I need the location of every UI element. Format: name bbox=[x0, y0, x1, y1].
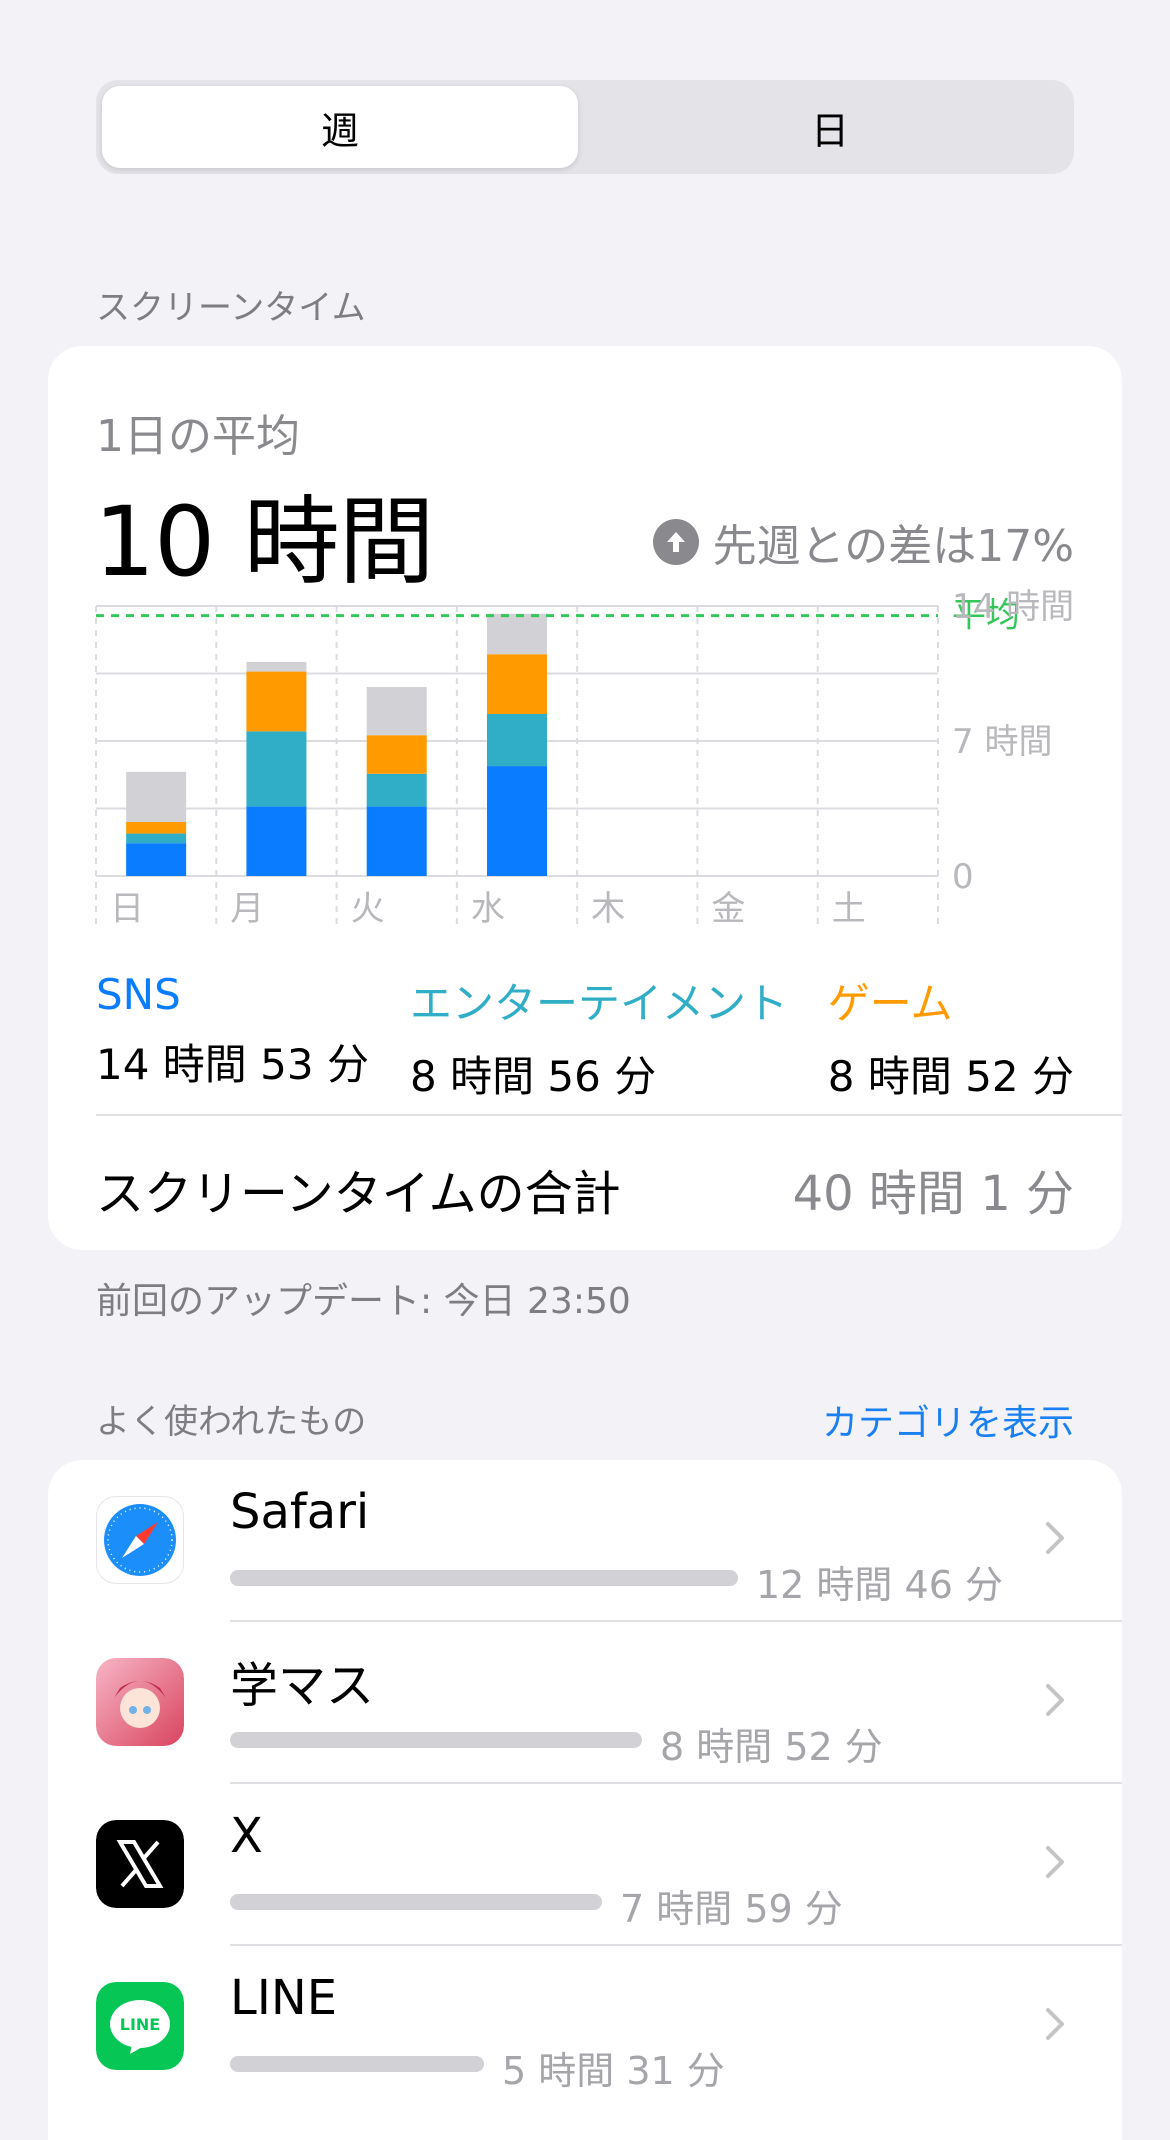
usage-bar bbox=[230, 1894, 602, 1910]
x-tick-label: 木 bbox=[591, 889, 625, 929]
bar-segment bbox=[366, 806, 427, 876]
weekly-diff: 先週との差は17% bbox=[652, 510, 1074, 574]
total-screen-time-value: 40 時間 1 分 bbox=[792, 1166, 1074, 1222]
bar-segment bbox=[126, 822, 187, 834]
bar-segment bbox=[126, 843, 187, 876]
bar-segment bbox=[126, 771, 187, 822]
daily-average-value: 10 時間 bbox=[94, 486, 435, 598]
show-categories-link[interactable]: カテゴリを表示 bbox=[822, 1394, 1074, 1446]
bar-segment bbox=[126, 833, 187, 844]
legend-entertainment: エンターテイメント 8 時間 56 分 bbox=[410, 970, 788, 1104]
bar-segment bbox=[246, 661, 307, 672]
legend-entertainment-time: 8 時間 56 分 bbox=[410, 1052, 657, 1101]
bar-segment bbox=[487, 654, 547, 714]
bar-segment bbox=[246, 806, 307, 876]
bar-segment bbox=[487, 613, 547, 655]
y-tick-label: 7 時間 bbox=[952, 722, 1052, 762]
x-app-icon bbox=[96, 1820, 184, 1908]
app-row-line[interactable]: LINE LINE 5 時間 31 分 bbox=[48, 1946, 1122, 2108]
screen-time-card[interactable]: 1日の平均 10 時間 先週との差は17% 日月火水木金土平均 14 時間 7 時間… bbox=[48, 346, 1122, 1250]
app-name: Safari bbox=[230, 1484, 370, 1540]
x-tick-label: 土 bbox=[832, 889, 866, 929]
usage-bar bbox=[230, 1732, 642, 1748]
gakumas-app-icon bbox=[96, 1658, 184, 1746]
x-tick-label: 水 bbox=[471, 889, 505, 929]
legend-sns-name: SNS bbox=[96, 970, 181, 1019]
most-used-list: Safari 12 時間 46 分 学マス 8 時間 52 分 X 7 時間 5… bbox=[48, 1460, 1122, 2140]
x-tick-label: 月 bbox=[230, 889, 264, 929]
safari-icon bbox=[96, 1496, 184, 1584]
legend-game-time: 8 時間 52 分 bbox=[827, 1052, 1074, 1101]
x-tick-label: 火 bbox=[351, 889, 385, 929]
daily-average-label: 1日の平均 bbox=[96, 411, 300, 462]
legend-sns: SNS 14 時間 53 分 bbox=[96, 970, 369, 1092]
usage-time: 8 時間 52 分 bbox=[660, 1725, 883, 1769]
usage-bar bbox=[230, 2056, 484, 2072]
y-tick-label: 14 時間 bbox=[952, 587, 1074, 627]
app-name: 学マス bbox=[230, 1658, 375, 1714]
usage-time: 7 時間 59 分 bbox=[620, 1887, 843, 1931]
x-tick-label: 日 bbox=[110, 889, 144, 929]
legend-sns-time: 14 時間 53 分 bbox=[96, 1040, 369, 1089]
usage-bar bbox=[230, 1570, 738, 1586]
legend-game: ゲーム 8 時間 52 分 bbox=[828, 970, 1074, 1104]
legend-entertainment-name: エンターテイメント bbox=[410, 979, 789, 1028]
line-app-icon: LINE bbox=[96, 1982, 184, 2070]
usage-time: 12 時間 46 分 bbox=[756, 1563, 1003, 1607]
bar-segment bbox=[246, 671, 307, 732]
app-name: LINE bbox=[230, 1970, 338, 2026]
usage-time: 5 時間 31 分 bbox=[502, 2049, 725, 2093]
chevron-right-icon bbox=[1046, 2008, 1064, 2040]
total-screen-time-label: スクリーンタイムの合計 bbox=[96, 1166, 621, 1222]
y-tick-label: 0 bbox=[952, 857, 974, 897]
bar-segment bbox=[487, 766, 547, 876]
chevron-right-icon bbox=[1046, 1684, 1064, 1716]
app-name: X bbox=[230, 1808, 263, 1864]
chevron-right-icon bbox=[1046, 1522, 1064, 1554]
svg-text:LINE: LINE bbox=[120, 2015, 160, 2034]
card-divider bbox=[96, 1114, 1122, 1116]
period-segmented-control: 週 日 bbox=[96, 80, 1074, 174]
bar-segment bbox=[487, 714, 547, 767]
legend-game-name: ゲーム bbox=[827, 979, 953, 1028]
segment-day[interactable]: 日 bbox=[592, 86, 1068, 168]
bar-segment bbox=[246, 731, 307, 807]
x-tick-label: 金 bbox=[711, 889, 745, 929]
weekly-usage-chart: 日月火水木金土平均14 時間7 時間0 bbox=[95, 587, 1074, 929]
last-updated-text: 前回のアップデート: 今日 23:50 bbox=[96, 1281, 631, 1322]
screen-time-section-label: スクリーンタイム bbox=[96, 288, 366, 328]
segment-week[interactable]: 週 bbox=[102, 86, 578, 168]
app-row-x[interactable]: X 7 時間 59 分 bbox=[48, 1784, 1122, 1946]
weekly-diff-text: 先週との差は17% bbox=[712, 521, 1074, 572]
bar-segment bbox=[366, 735, 427, 774]
bar-segment bbox=[366, 687, 427, 736]
app-row-safari[interactable]: Safari 12 時間 46 分 bbox=[48, 1460, 1122, 1622]
arrow-up-circle-icon bbox=[652, 519, 699, 565]
app-row-gakumas[interactable]: 学マス 8 時間 52 分 bbox=[48, 1622, 1122, 1784]
most-used-label: よく使われたもの bbox=[96, 1402, 367, 1442]
bar-segment bbox=[366, 773, 427, 807]
chevron-right-icon bbox=[1046, 1846, 1064, 1878]
